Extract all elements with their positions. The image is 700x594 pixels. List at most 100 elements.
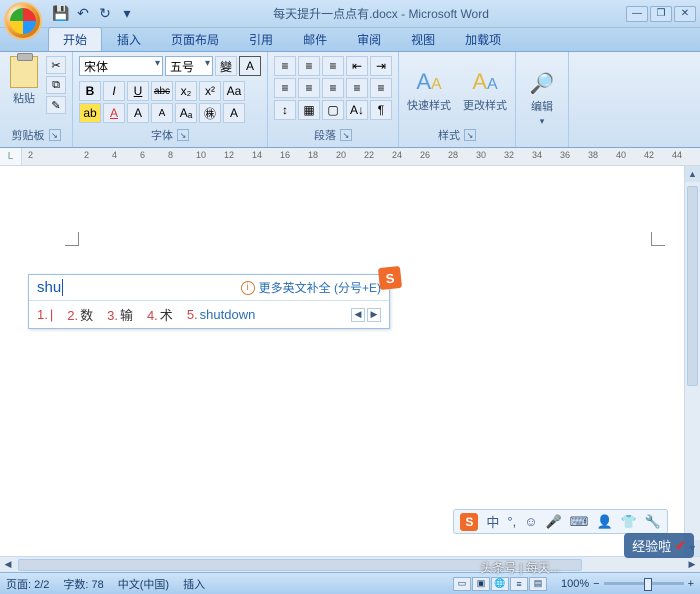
document-area[interactable]: S shu i更多英文补全 (分号+E) 1.| 2.数 3.输 4.术 5.s… xyxy=(0,166,700,556)
maximize-button[interactable]: ❐ xyxy=(650,6,672,22)
ime-candidate-1[interactable]: 1.| xyxy=(37,307,53,322)
paragraph-dialog-launcher[interactable]: ↘ xyxy=(340,129,352,141)
ime-softkbd-button[interactable]: ⌨ xyxy=(570,514,589,530)
borders-button[interactable]: ▢ xyxy=(322,100,344,120)
vertical-scrollbar[interactable]: ▲ ▼ xyxy=(684,166,700,556)
ime-lang-toggle[interactable]: 中 xyxy=(486,512,499,531)
zoom-out-button[interactable]: − xyxy=(593,578,599,590)
clear-format-button[interactable]: Aₐ xyxy=(175,103,197,123)
view-draft[interactable]: ▤ xyxy=(529,577,547,591)
show-marks-button[interactable]: ¶ xyxy=(370,100,392,120)
shading-button[interactable]: ▦ xyxy=(298,100,320,120)
scroll-up-button[interactable]: ▲ xyxy=(685,166,700,182)
underline-button[interactable]: U xyxy=(127,81,149,101)
ime-candidate-3[interactable]: 3.输 xyxy=(107,305,133,324)
copy-button[interactable]: ⧉ xyxy=(46,76,66,94)
close-button[interactable]: ✕ xyxy=(674,6,696,22)
styles-dialog-launcher[interactable]: ↘ xyxy=(464,129,476,141)
align-justify-button[interactable]: ≡ xyxy=(346,78,368,98)
ime-next-page[interactable]: ▶ xyxy=(367,308,381,322)
ime-prev-page[interactable]: ◀ xyxy=(351,308,365,322)
sort-button[interactable]: A↓ xyxy=(346,100,368,120)
change-case-button[interactable]: Aa xyxy=(223,81,245,101)
cut-button[interactable]: ✂ xyxy=(46,56,66,74)
status-insert-mode[interactable]: 插入 xyxy=(183,576,205,592)
ime-settings-button[interactable]: 🔧 xyxy=(645,514,661,530)
tab-selector[interactable]: L xyxy=(0,148,22,165)
tab-references[interactable]: 引用 xyxy=(234,27,288,51)
ime-candidate-4[interactable]: 4.术 xyxy=(147,305,173,324)
view-print-layout[interactable]: ▭ xyxy=(453,577,471,591)
align-center-button[interactable]: ≡ xyxy=(298,78,320,98)
align-left-button[interactable]: ≡ xyxy=(274,78,296,98)
tab-layout[interactable]: 页面布局 xyxy=(156,27,234,51)
change-styles-button[interactable]: AA 更改样式 xyxy=(461,69,509,113)
scroll-right-button[interactable]: ▶ xyxy=(684,558,700,572)
strike-button[interactable]: abc xyxy=(151,81,173,101)
tab-home[interactable]: 开始 xyxy=(48,27,102,51)
grow-font-button[interactable]: A xyxy=(127,103,149,123)
ime-emoji-button[interactable]: ☺ xyxy=(524,514,537,529)
line-spacing-button[interactable]: ↕ xyxy=(274,100,296,120)
phonetic-guide-button[interactable]: 變 xyxy=(215,56,237,76)
scroll-left-button[interactable]: ◀ xyxy=(0,558,16,572)
multilevel-button[interactable]: ≡ xyxy=(322,56,344,76)
office-button[interactable] xyxy=(4,2,42,40)
tab-mailings[interactable]: 邮件 xyxy=(288,27,342,51)
numbering-button[interactable]: ≡ xyxy=(298,56,320,76)
increase-indent-button[interactable]: ⇥ xyxy=(370,56,392,76)
view-web-layout[interactable]: 🌐 xyxy=(491,577,509,591)
zoom-slider[interactable] xyxy=(604,582,684,585)
qat-undo[interactable]: ↶ xyxy=(74,5,92,23)
superscript-button[interactable]: x² xyxy=(199,81,221,101)
qat-customize[interactable]: ▾ xyxy=(118,5,136,23)
sogou-logo-icon[interactable]: S xyxy=(460,513,478,531)
status-page[interactable]: 页面: 2/2 xyxy=(6,576,49,592)
shrink-font-button[interactable]: A xyxy=(151,103,173,123)
ime-candidate-5[interactable]: 5.shutdown xyxy=(187,307,256,322)
highlight-button[interactable]: ab xyxy=(79,103,101,123)
ime-punct-toggle[interactable]: °, xyxy=(507,514,516,529)
view-full-screen[interactable]: ▣ xyxy=(472,577,490,591)
zoom-in-button[interactable]: + xyxy=(688,578,694,590)
tab-addins[interactable]: 加载项 xyxy=(450,27,516,51)
subscript-button[interactable]: x₂ xyxy=(175,81,197,101)
status-word-count[interactable]: 字数: 78 xyxy=(63,576,103,592)
horizontal-scrollbar[interactable]: ◀ ▶ xyxy=(0,556,700,572)
decrease-indent-button[interactable]: ⇤ xyxy=(346,56,368,76)
tab-view[interactable]: 视图 xyxy=(396,27,450,51)
tab-review[interactable]: 审阅 xyxy=(342,27,396,51)
qat-redo[interactable]: ↻ xyxy=(96,5,114,23)
qat-save[interactable]: 💾 xyxy=(52,5,70,23)
view-outline[interactable]: ≡ xyxy=(510,577,528,591)
ime-skin-button[interactable]: 👕 xyxy=(621,514,637,530)
font-name-combo[interactable]: 宋体 xyxy=(79,56,163,76)
char-shading-button[interactable]: A xyxy=(223,103,245,123)
ime-voice-button[interactable]: 🎤 xyxy=(545,514,561,530)
align-right-button[interactable]: ≡ xyxy=(322,78,344,98)
status-language[interactable]: 中文(中国) xyxy=(118,576,169,592)
ime-candidate-2[interactable]: 2.数 xyxy=(67,305,93,324)
font-color-button[interactable]: A xyxy=(103,103,125,123)
font-dialog-launcher[interactable]: ↘ xyxy=(177,129,189,141)
bullets-button[interactable]: ≡ xyxy=(274,56,296,76)
ime-toolbar[interactable]: S 中 °, ☺ 🎤 ⌨ 👤 👕 🔧 xyxy=(453,509,668,534)
clipboard-dialog-launcher[interactable]: ↘ xyxy=(49,129,61,141)
zoom-level[interactable]: 100% xyxy=(561,578,589,590)
italic-button[interactable]: I xyxy=(103,81,125,101)
ime-hint[interactable]: i更多英文补全 (分号+E) xyxy=(241,279,381,296)
align-distribute-button[interactable]: ≡ xyxy=(370,78,392,98)
font-size-combo[interactable]: 五号 xyxy=(165,56,213,76)
bold-button[interactable]: B xyxy=(79,81,101,101)
minimize-button[interactable]: — xyxy=(626,6,648,22)
enclosed-char-button[interactable]: ㊑ xyxy=(199,103,221,123)
paste-button[interactable]: 粘贴 xyxy=(6,56,42,106)
tab-insert[interactable]: 插入 xyxy=(102,27,156,51)
quick-styles-button[interactable]: AA 快速样式 xyxy=(405,69,453,113)
format-painter-button[interactable]: ✎ xyxy=(46,96,66,114)
char-border-button[interactable]: A xyxy=(239,56,261,76)
editing-menu[interactable]: 🔎 编辑 ▾ xyxy=(522,71,562,127)
ruler[interactable]: L 22468101214161820222426283032343638404… xyxy=(0,148,700,166)
ime-account-button[interactable]: 👤 xyxy=(596,514,612,530)
vscroll-thumb[interactable] xyxy=(687,186,698,386)
